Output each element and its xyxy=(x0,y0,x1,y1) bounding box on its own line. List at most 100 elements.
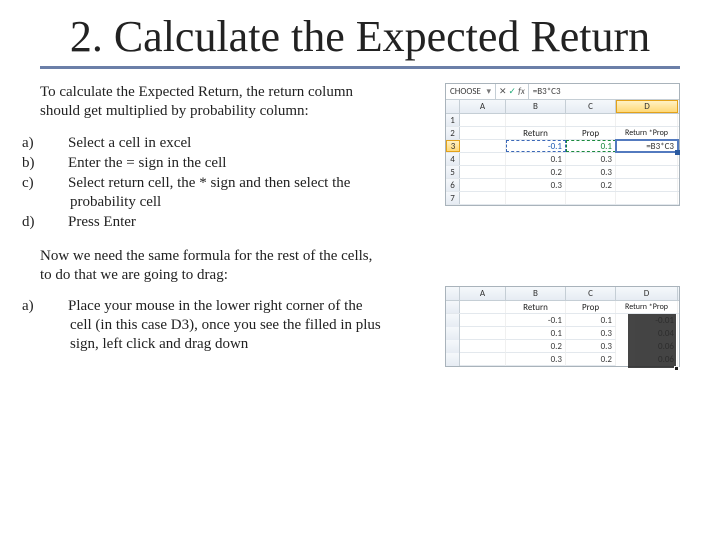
formula-bar-row: CHOOSE▾ ✕ ✓ fx =B3*C3 xyxy=(446,84,679,100)
cell[interactable]: 0.2 xyxy=(566,353,616,366)
table-row: 1 xyxy=(446,114,679,127)
fill-handle[interactable] xyxy=(675,150,680,155)
col-header-A[interactable]: A xyxy=(460,287,506,300)
cell[interactable]: 0.2 xyxy=(566,179,616,191)
formula-bar[interactable]: =B3*C3 xyxy=(529,84,679,99)
active-cell[interactable]: =B3*C3 xyxy=(616,140,678,152)
cell[interactable] xyxy=(460,166,506,178)
table-row: Return Prop Return *Prop xyxy=(446,301,679,314)
step-d: d)Press Enter xyxy=(46,213,382,232)
cell[interactable] xyxy=(460,192,506,204)
row-header[interactable]: 7 xyxy=(446,192,460,204)
cell[interactable] xyxy=(460,179,506,191)
cell[interactable] xyxy=(566,114,616,126)
row-header[interactable]: 1 xyxy=(446,114,460,126)
cell[interactable]: 0.1 xyxy=(566,314,616,327)
cell[interactable] xyxy=(460,353,506,366)
col-header-B[interactable]: B xyxy=(506,100,566,113)
table-row: 4 0.1 0.3 xyxy=(446,153,679,166)
cell[interactable] xyxy=(460,340,506,353)
col-header-C[interactable]: C xyxy=(566,100,616,113)
cell[interactable]: 0.2 xyxy=(506,340,566,353)
cell[interactable]: Return xyxy=(506,301,566,313)
cell[interactable]: 0.3 xyxy=(566,166,616,178)
cell[interactable] xyxy=(616,179,678,191)
row-header[interactable]: 2 xyxy=(446,127,460,139)
select-all-corner[interactable] xyxy=(446,100,460,113)
cell[interactable] xyxy=(460,314,506,327)
cancel-icon[interactable]: ✕ xyxy=(499,86,507,97)
col-header-D[interactable]: D xyxy=(616,287,678,300)
row-header[interactable] xyxy=(446,340,460,353)
table-row: 2 Return Prop Return *Prop xyxy=(446,127,679,140)
cell[interactable] xyxy=(616,166,678,178)
cell[interactable] xyxy=(616,192,678,204)
data-block: -0.1 0.1 0.2 0.3 0.1 0.3 0.3 0.2 -0.01 xyxy=(446,314,679,366)
row-header[interactable] xyxy=(446,353,460,366)
step-c: c)Select return cell, the * sign and the… xyxy=(46,174,382,212)
cell[interactable]: 0.3 xyxy=(566,340,616,353)
row-header[interactable]: 6 xyxy=(446,179,460,191)
chevron-down-icon: ▾ xyxy=(486,86,491,97)
step-b: b)Enter the = sign in the cell xyxy=(46,154,382,173)
excel-figure-2: A B C D Return Prop Return *Prop xyxy=(445,286,680,367)
cell[interactable] xyxy=(566,192,616,204)
col-header-C[interactable]: C xyxy=(566,287,616,300)
cell[interactable]: -0.1 xyxy=(506,314,566,327)
cell[interactable] xyxy=(460,114,506,126)
cell[interactable]: Return xyxy=(506,127,566,139)
cell[interactable] xyxy=(460,153,506,165)
slide: 2. Calculate the Expected Return To calc… xyxy=(0,0,720,540)
row-header[interactable]: 5 xyxy=(446,166,460,178)
row-header[interactable] xyxy=(446,327,460,340)
right-column: CHOOSE▾ ✕ ✓ fx =B3*C3 A B C D 1 xyxy=(400,83,680,368)
table-row: 5 0.2 0.3 xyxy=(446,166,679,179)
mid-paragraph: Now we need the same formula for the res… xyxy=(40,247,382,285)
cell[interactable] xyxy=(506,114,566,126)
col-header-A[interactable]: A xyxy=(460,100,506,113)
name-box[interactable]: CHOOSE▾ xyxy=(446,84,496,99)
cell[interactable]: Prop xyxy=(566,301,616,313)
column-headers: A B C D xyxy=(446,287,679,301)
col-header-B[interactable]: B xyxy=(506,287,566,300)
step2-a: a)Place your mouse in the lower right co… xyxy=(46,297,382,355)
body-area: To calculate the Expected Return, the re… xyxy=(40,83,680,368)
cell[interactable]: 0.3 xyxy=(506,353,566,366)
cell[interactable] xyxy=(616,114,678,126)
cell[interactable]: 0.3 xyxy=(566,153,616,165)
cell[interactable]: -0.1 xyxy=(506,140,566,152)
cell[interactable]: 0.1 xyxy=(506,327,566,340)
page-title: 2. Calculate the Expected Return xyxy=(40,14,680,69)
table-row: 6 0.3 0.2 xyxy=(446,179,679,192)
excel-figure-1: CHOOSE▾ ✕ ✓ fx =B3*C3 A B C D 1 xyxy=(445,83,680,206)
cell[interactable]: 0.1 xyxy=(566,140,616,152)
cell[interactable]: Return *Prop xyxy=(616,127,678,139)
row-header[interactable]: 4 xyxy=(446,153,460,165)
fill-selection[interactable] xyxy=(628,314,676,368)
select-all-corner[interactable] xyxy=(446,287,460,300)
cell[interactable] xyxy=(506,192,566,204)
enter-icon[interactable]: ✓ xyxy=(509,86,517,97)
cell[interactable]: 0.3 xyxy=(506,179,566,191)
cell[interactable] xyxy=(460,140,506,152)
col-header-D[interactable]: D xyxy=(616,100,678,113)
cell[interactable]: 0.2 xyxy=(506,166,566,178)
cell[interactable] xyxy=(460,327,506,340)
fill-handle[interactable] xyxy=(674,366,679,371)
row-header[interactable] xyxy=(446,314,460,327)
table-row: 7 xyxy=(446,192,679,205)
fx-icon[interactable]: fx xyxy=(518,86,525,97)
row-header[interactable]: 3 xyxy=(446,140,460,152)
cell[interactable]: 0.3 xyxy=(566,327,616,340)
cell[interactable]: 0.1 xyxy=(506,153,566,165)
cell[interactable]: Prop xyxy=(566,127,616,139)
step-a: a)Select a cell in excel xyxy=(46,134,382,153)
steps-list-2: a)Place your mouse in the lower right co… xyxy=(46,297,382,355)
table-row: 3 -0.1 0.1 =B3*C3 xyxy=(446,140,679,153)
row-header[interactable] xyxy=(446,301,460,313)
formula-bar-buttons: ✕ ✓ fx xyxy=(496,84,529,99)
cell[interactable] xyxy=(460,301,506,313)
cell[interactable]: Return *Prop xyxy=(616,301,678,313)
cell[interactable] xyxy=(616,153,678,165)
cell[interactable] xyxy=(460,127,506,139)
